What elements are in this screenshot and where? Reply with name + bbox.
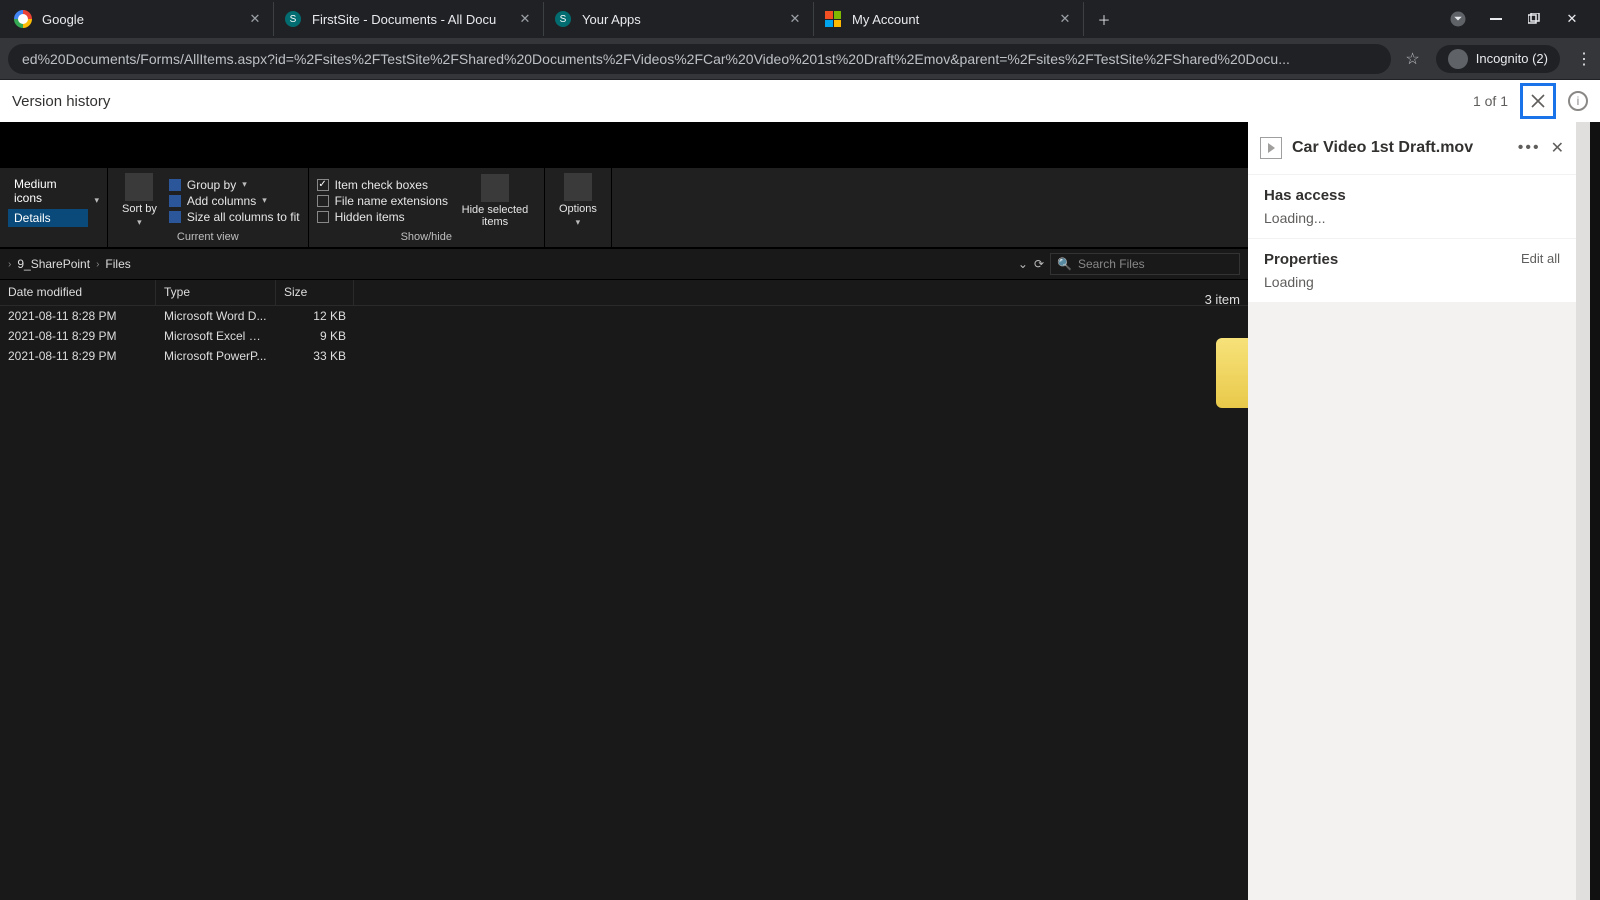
hide-icon [481,174,509,202]
bookmark-icon[interactable]: ☆ [1405,49,1419,69]
url-text: ed%20Documents/Forms/AllItems.aspx?id=%2… [22,51,1290,67]
checkbox-icon [317,211,329,223]
content-stage: Medium icons Details ▾ Sort by▾ Group by… [0,122,1600,900]
close-icon[interactable]: ✕ [247,11,263,27]
chevron-down-icon[interactable]: ⌄ [1018,257,1028,271]
explorer-search-input[interactable]: 🔍 Search Files [1050,253,1240,275]
minimize-icon[interactable] [1486,9,1506,29]
page-title: Version history [12,93,110,110]
search-placeholder: Search Files [1078,257,1145,271]
properties-section: Edit all Properties Loading [1248,239,1576,302]
tab-sharepoint-docs[interactable]: S FirstSite - Documents - All Docu ✕ [274,2,544,36]
video-file-icon [1260,137,1282,159]
table-row[interactable]: 2021-08-11 8:29 PM Microsoft Excel W... … [0,326,1248,346]
checkbox-icon [317,195,329,207]
incognito-icon [1448,49,1468,69]
ribbon-group-caption: Current view [116,229,300,243]
breadcrumb[interactable]: 9_SharePoint [17,257,90,271]
column-header-size[interactable]: Size [276,280,354,305]
tab-title: Your Apps [582,12,787,27]
folder-icon [1216,338,1248,408]
section-heading: Properties [1264,251,1560,268]
layout-medium-icons[interactable]: Medium icons [8,175,88,207]
sort-icon [125,173,153,201]
browser-toolbar: ed%20Documents/Forms/AllItems.aspx?id=%2… [0,38,1600,80]
checkbox-icon [317,179,329,191]
info-icon[interactable]: i [1568,91,1588,111]
more-actions-button[interactable]: ••• [1518,139,1541,157]
incognito-indicator[interactable]: Incognito (2) [1436,45,1560,73]
add-columns-button[interactable]: Add columns▾ [169,194,300,208]
details-header: Car Video 1st Draft.mov ••• ✕ [1248,122,1576,174]
explorer-ribbon: Medium icons Details ▾ Sort by▾ Group by… [0,168,1248,248]
group-by-button[interactable]: Group by▾ [169,178,300,192]
chevron-right-icon: › [96,259,99,270]
options-icon [564,173,592,201]
microsoft-icon [824,10,842,28]
explorer-titlebar [0,122,1248,168]
status-item-count: 3 item [1205,292,1240,307]
tab-your-apps[interactable]: S Your Apps ✕ [544,2,814,36]
details-filename: Car Video 1st Draft.mov [1292,139,1508,157]
sort-by-button[interactable]: Sort by▾ [116,173,163,228]
tab-title: Google [42,12,247,27]
layout-details[interactable]: Details [8,209,88,227]
column-header-date[interactable]: Date modified [0,280,156,305]
close-icon[interactable]: ✕ [517,11,533,27]
sharepoint-icon: S [554,10,572,28]
edit-all-button[interactable]: Edit all [1521,251,1560,266]
chevron-down-icon[interactable]: ▾ [94,195,99,206]
explorer-address-bar[interactable]: › 9_SharePoint › Files ⌄ ⟳ 🔍 Search File… [0,248,1248,280]
google-icon [14,10,32,28]
item-counter: 1 of 1 [1473,93,1508,109]
loading-text: Loading [1264,274,1560,290]
column-headers: Date modified Type Size [0,280,1248,306]
version-history-bar: Version history 1 of 1 i [0,80,1600,122]
ribbon-group-caption: Show/hide [317,229,536,243]
new-tab-button[interactable]: ＋ [1090,5,1118,33]
window-close-icon[interactable]: ✕ [1562,9,1582,29]
details-pane: Car Video 1st Draft.mov ••• ✕ Has access… [1248,122,1590,900]
tab-google[interactable]: Google ✕ [4,2,274,36]
column-header-type[interactable]: Type [156,280,276,305]
browser-tabstrip: Google ✕ S FirstSite - Documents - All D… [0,0,1600,38]
addcolumns-icon [169,195,181,207]
close-icon[interactable]: ✕ [787,11,803,27]
section-heading: Has access [1264,187,1560,204]
close-icon[interactable]: ✕ [1551,138,1564,158]
loading-text: Loading... [1264,210,1560,226]
sizecolumns-icon [169,211,181,223]
table-row[interactable]: 2021-08-11 8:29 PM Microsoft PowerP... 3… [0,346,1248,366]
tab-title: My Account [852,12,1057,27]
address-bar[interactable]: ed%20Documents/Forms/AllItems.aspx?id=%2… [8,44,1391,74]
hidden-items-toggle[interactable]: Hidden items [317,210,448,224]
file-list: 2021-08-11 8:28 PM Microsoft Word D... 1… [0,306,1248,366]
table-row[interactable]: 2021-08-11 8:28 PM Microsoft Word D... 1… [0,306,1248,326]
incognito-label: Incognito (2) [1476,51,1548,66]
maximize-icon[interactable] [1524,9,1544,29]
search-icon: 🔍 [1057,257,1072,271]
refresh-icon[interactable]: ⟳ [1034,257,1044,271]
breadcrumb[interactable]: Files [105,257,130,271]
kebab-menu-icon[interactable]: ⋮ [1576,49,1592,69]
item-checkboxes-toggle[interactable]: Item check boxes [317,178,448,192]
size-columns-button[interactable]: Size all columns to fit [169,210,300,224]
close-icon[interactable]: ✕ [1057,11,1073,27]
has-access-section: Has access Loading... [1248,175,1576,238]
chevron-right-icon: › [8,259,11,270]
options-button[interactable]: Options▾ [553,173,603,228]
tab-title: FirstSite - Documents - All Docu [312,12,517,27]
file-explorer-window: Medium icons Details ▾ Sort by▾ Group by… [0,122,1248,900]
layout-selector[interactable]: Medium icons Details [8,175,88,227]
groupby-icon [169,179,181,191]
profile-icon[interactable] [1448,9,1468,29]
close-panel-button[interactable] [1520,83,1556,119]
hide-selected-button[interactable]: Hide selected items [454,174,536,228]
sharepoint-icon: S [284,10,302,28]
tab-my-account[interactable]: My Account ✕ [814,2,1084,36]
file-extensions-toggle[interactable]: File name extensions [317,194,448,208]
